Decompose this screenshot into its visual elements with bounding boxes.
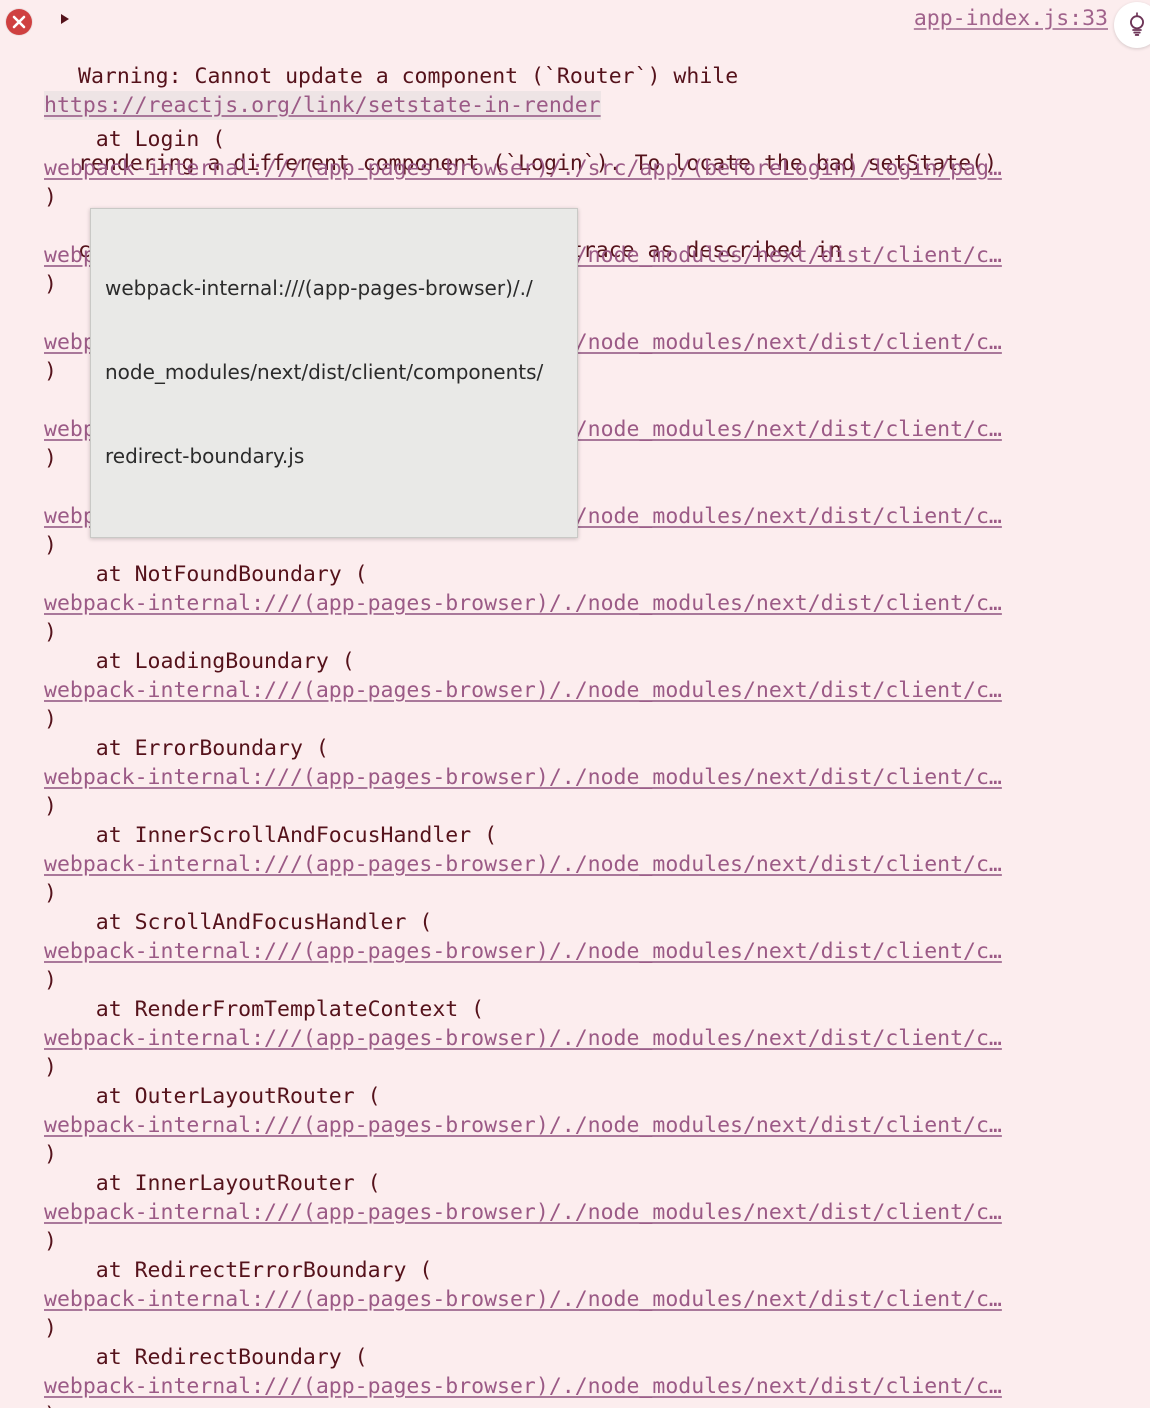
lightbulb-icon[interactable]: [1114, 2, 1150, 48]
stack-frame-url-link[interactable]: webpack-internal:///(app-pages-browser)/…: [0, 937, 1150, 966]
react-docs-link[interactable]: https://reactjs.org/link/setstate-in-ren…: [44, 91, 601, 120]
tooltip-line: webpack-internal:///(app-pages-browser)/…: [105, 276, 533, 300]
console-message-panel: Warning: Cannot update a component (`Rou…: [0, 0, 1150, 1408]
stack-frame: at ScrollAndFocusHandler (webpack-intern…: [0, 908, 1150, 995]
url-hover-tooltip: webpack-internal:///(app-pages-browser)/…: [90, 208, 578, 538]
stack-frame-close-paren: ): [44, 707, 57, 732]
stack-frame: at InnerScrollAndFocusHandler (webpack-i…: [0, 821, 1150, 908]
stack-frame-close-paren: ): [44, 1316, 57, 1341]
stack-frame-url-link[interactable]: webpack-internal:///(app-pages-browser)/…: [0, 589, 1150, 618]
stack-frame-function: at Login (: [44, 127, 226, 152]
stack-frame-function: at RedirectErrorBoundary (: [44, 1258, 433, 1283]
stack-frame: at NotFoundBoundary (webpack-internal://…: [0, 560, 1150, 647]
stack-frame-url-link[interactable]: webpack-internal:///(app-pages-browser)/…: [0, 1111, 1150, 1140]
tooltip-line: redirect-boundary.js: [105, 444, 305, 468]
stack-frame-url-link[interactable]: webpack-internal:///(app-pages-browser)/…: [0, 1024, 1150, 1053]
stack-frame-close-paren: ): [0, 1401, 1150, 1408]
stack-frame-close-paren: ): [44, 881, 57, 906]
stack-frame-close-paren: ): [44, 1229, 57, 1254]
disclosure-triangle-icon[interactable]: [61, 14, 69, 24]
stack-frame: at RedirectBoundary (webpack-internal://…: [0, 1343, 1150, 1408]
stack-frame-url-link[interactable]: webpack-internal:///(app-pages-browser)/…: [0, 1198, 1150, 1227]
stack-frame-close-paren: ): [44, 968, 57, 993]
stack-frame-url-link[interactable]: webpack-internal:///(app-pages-browser)/…: [0, 763, 1150, 792]
stack-frame: at RenderFromTemplateContext (webpack-in…: [0, 995, 1150, 1082]
stack-frame-function: at NotFoundBoundary (: [44, 562, 368, 587]
stack-frame-close-paren: ): [44, 620, 57, 645]
stack-frame-url-link[interactable]: webpack-internal:///(app-pages-browser)/…: [0, 676, 1150, 705]
source-file-link[interactable]: app-index.js:33: [914, 4, 1108, 33]
stack-frame: at InnerLayoutRouter (webpack-internal:/…: [0, 1169, 1150, 1256]
stack-frame-function: at RenderFromTemplateContext (: [44, 997, 485, 1022]
message-line: Warning: Cannot update a component (`Rou…: [78, 64, 739, 89]
stack-frame-function: at OuterLayoutRouter (: [44, 1084, 381, 1109]
stack-frame: at RedirectErrorBoundary (webpack-intern…: [0, 1256, 1150, 1343]
stack-frame-function: at RedirectBoundary (: [44, 1345, 368, 1370]
stack-frame-url-link[interactable]: webpack-internal:///(app-pages-browser)/…: [0, 1285, 1150, 1314]
tooltip-line: node_modules/next/dist/client/components…: [105, 360, 544, 384]
stack-frame-function: at InnerScrollAndFocusHandler (: [44, 823, 498, 848]
stack-frame: at Login (webpack-internal:///(app-pages…: [0, 125, 1150, 212]
error-circle-x-icon: [6, 9, 32, 35]
stack-frame: at OuterLayoutRouter (webpack-internal:/…: [0, 1082, 1150, 1169]
stack-frame: at LoadingBoundary (webpack-internal:///…: [0, 647, 1150, 734]
stack-frame-url-link[interactable]: webpack-internal:///(app-pages-browser)/…: [0, 154, 1150, 183]
stack-frame-close-paren: ): [44, 1142, 57, 1167]
stack-frame-url-link[interactable]: webpack-internal:///(app-pages-browser)/…: [0, 1372, 1150, 1401]
stack-frame-function: at ErrorBoundary (: [44, 736, 329, 761]
stack-frame-function: at LoadingBoundary (: [44, 649, 355, 674]
stack-frame-function: at ScrollAndFocusHandler (: [44, 910, 433, 935]
stack-frame-close-paren: ): [44, 1055, 57, 1080]
stack-frame-function: at InnerLayoutRouter (: [44, 1171, 381, 1196]
stack-frame-close-paren: ): [44, 794, 57, 819]
stack-frame: at ErrorBoundary (webpack-internal:///(a…: [0, 734, 1150, 821]
stack-frame-url-link[interactable]: webpack-internal:///(app-pages-browser)/…: [0, 850, 1150, 879]
